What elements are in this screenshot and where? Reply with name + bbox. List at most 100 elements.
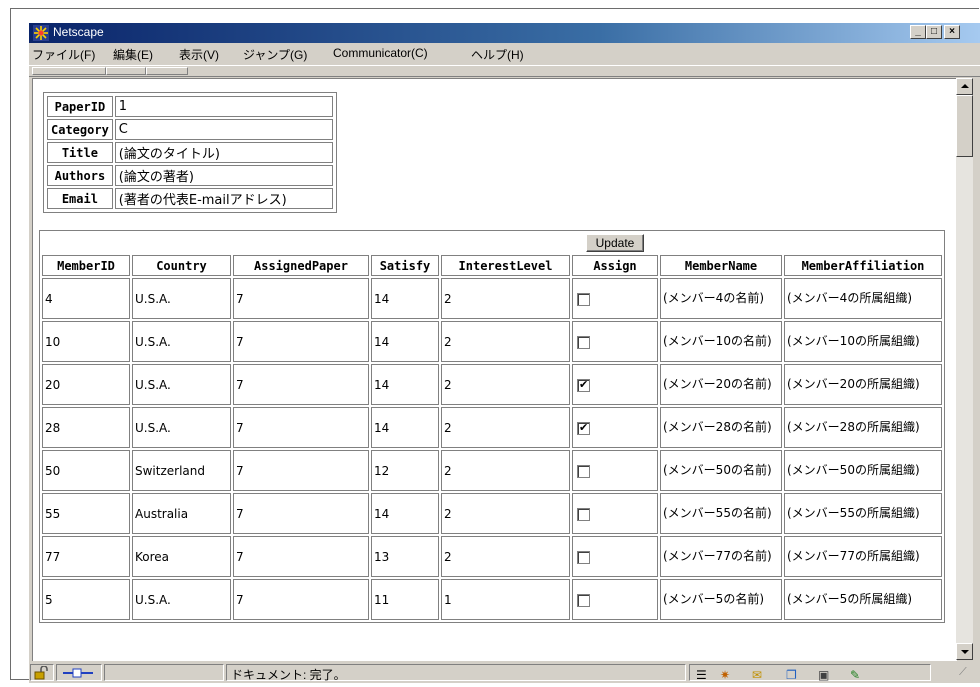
update-row: Update bbox=[42, 233, 942, 253]
menu-communicator[interactable]: Communicator(C) bbox=[333, 46, 428, 60]
col-membername: MemberName bbox=[660, 255, 782, 276]
window-title: Netscape bbox=[53, 25, 104, 39]
satisfy-cell: 14 bbox=[371, 407, 439, 448]
memberaffiliation-cell: (メンバー20の所属組織) bbox=[784, 364, 942, 405]
navigator-icon[interactable]: ✷ bbox=[720, 668, 730, 682]
assign-cell bbox=[572, 364, 658, 405]
browser-window: Netscape _ □ × ファイル(F) 編集(E) 表示(V) ジャンプ(… bbox=[29, 23, 980, 683]
country-cell: U.S.A. bbox=[132, 407, 231, 448]
scroll-thumb[interactable] bbox=[956, 95, 973, 157]
paperid-label: PaperID bbox=[47, 96, 113, 117]
membername-cell: (メンバー10の名前) bbox=[660, 321, 782, 362]
table-row: 10 U.S.A. 7 14 2 (メンバー10の名前) (メンバー10の所属組織) bbox=[42, 321, 942, 362]
close-button[interactable]: × bbox=[944, 25, 960, 39]
memberaffiliation-cell: (メンバー55の所属組織) bbox=[784, 493, 942, 534]
collapsed-toolbars bbox=[29, 65, 980, 77]
assign-cell bbox=[572, 450, 658, 491]
membername-cell: (メンバー28の名前) bbox=[660, 407, 782, 448]
table-row: 28U.S.A.7142 (メンバー28の名前)(メンバー28の所属組織) bbox=[42, 407, 942, 448]
assign-checkbox[interactable] bbox=[577, 464, 590, 478]
table-row: 20U.S.A.7142 (メンバー20の名前)(メンバー20の所属組織) bbox=[42, 364, 942, 405]
progress-panel bbox=[104, 664, 224, 681]
menu-help[interactable]: ヘルプ(H) bbox=[471, 46, 524, 63]
memberaffiliation-cell: (メンバー77の所属組織) bbox=[784, 536, 942, 577]
memberid-cell: 5 bbox=[42, 579, 130, 620]
menu-edit[interactable]: 編集(E) bbox=[113, 46, 153, 63]
assign-checkbox[interactable] bbox=[577, 593, 590, 607]
interestlevel-cell: 2 bbox=[441, 364, 570, 405]
satisfy-cell: 14 bbox=[371, 364, 439, 405]
resize-grip-icon[interactable]: ⟋ bbox=[959, 666, 967, 679]
list-icon[interactable]: ☰ bbox=[696, 668, 707, 682]
toolbar-tab-personal[interactable] bbox=[146, 67, 188, 75]
interestlevel-cell: 2 bbox=[441, 536, 570, 577]
col-assign: Assign bbox=[572, 255, 658, 276]
membername-cell: (メンバー50の名前) bbox=[660, 450, 782, 491]
assign-checkbox[interactable] bbox=[577, 421, 590, 435]
satisfy-cell: 12 bbox=[371, 450, 439, 491]
membername-cell: (メンバー5の名前) bbox=[660, 579, 782, 620]
interestlevel-cell: 2 bbox=[441, 321, 570, 362]
interestlevel-cell: 2 bbox=[441, 493, 570, 534]
title-bar[interactable]: Netscape _ □ × bbox=[29, 23, 980, 43]
vertical-scrollbar[interactable] bbox=[956, 78, 973, 660]
assign-cell bbox=[572, 493, 658, 534]
title-value: (論文のタイトル) bbox=[114, 142, 333, 163]
table-row: 50 Switzerland 7 12 2 (メンバー50の名前) (メンバー50の所属組織… bbox=[42, 450, 942, 491]
assign-checkbox[interactable] bbox=[577, 335, 590, 349]
interestlevel-cell: 2 bbox=[441, 278, 570, 319]
col-memberid: MemberID bbox=[42, 255, 130, 276]
memberid-cell: 20 bbox=[42, 364, 130, 405]
col-memberaffiliation: MemberAffiliation bbox=[784, 255, 942, 276]
assignedpaper-cell: 7 bbox=[233, 278, 369, 319]
down-arrow-icon bbox=[961, 650, 969, 654]
paper-info-table: PaperID 1 Category C Title (論文のタイトル) Author… bbox=[43, 92, 337, 213]
header-row: MemberID Country AssignedPaper Satisfy I… bbox=[42, 255, 942, 276]
security-panel[interactable] bbox=[30, 664, 54, 681]
paper-row: Title (論文のタイトル) bbox=[47, 142, 333, 163]
assign-cell bbox=[572, 278, 658, 319]
email-label: Email bbox=[47, 188, 113, 209]
menu-bar: ファイル(F) 編集(E) 表示(V) ジャンプ(G) Communicator… bbox=[29, 43, 980, 65]
assignedpaper-cell: 7 bbox=[233, 579, 369, 620]
scroll-up-button[interactable] bbox=[956, 78, 973, 95]
paper-row: Email (著者の代表E-mailアドレス) bbox=[47, 188, 333, 209]
menu-file[interactable]: ファイル(F) bbox=[32, 46, 95, 63]
paper-row: PaperID 1 bbox=[47, 96, 333, 117]
minimize-button[interactable]: _ bbox=[910, 25, 926, 39]
email-value: (著者の代表E-mailアドレス) bbox=[114, 188, 333, 209]
assign-checkbox[interactable] bbox=[577, 507, 590, 521]
col-satisfy: Satisfy bbox=[371, 255, 439, 276]
mail-icon[interactable]: ✉ bbox=[752, 668, 762, 682]
country-cell: U.S.A. bbox=[132, 278, 231, 319]
bookmarks-icon[interactable]: ✎ bbox=[850, 668, 860, 682]
update-button[interactable]: Update bbox=[585, 234, 645, 252]
composer-icon[interactable]: ▣ bbox=[818, 668, 829, 682]
memberaffiliation-cell: (メンバー5の所属組織) bbox=[784, 579, 942, 620]
component-bar: ☰ ✷ ✉ ❐ ▣ ✎ bbox=[689, 664, 931, 682]
status-bar: ドキュメント: 完了。 ☰ ✷ ✉ ❐ ▣ ✎ ⟋ bbox=[29, 663, 980, 683]
satisfy-cell: 14 bbox=[371, 321, 439, 362]
toolbar-tab-location[interactable] bbox=[106, 67, 146, 75]
assign-checkbox[interactable] bbox=[577, 292, 590, 306]
assign-checkbox[interactable] bbox=[577, 378, 590, 392]
interestlevel-cell: 2 bbox=[441, 407, 570, 448]
menu-jump[interactable]: ジャンプ(G) bbox=[243, 46, 307, 63]
scroll-down-button[interactable] bbox=[956, 643, 973, 660]
online-panel[interactable] bbox=[56, 664, 102, 681]
membername-cell: (メンバー55の名前) bbox=[660, 493, 782, 534]
country-cell: U.S.A. bbox=[132, 364, 231, 405]
assign-cell bbox=[572, 579, 658, 620]
discussions-icon[interactable]: ❐ bbox=[786, 668, 797, 682]
satisfy-cell: 11 bbox=[371, 579, 439, 620]
membername-cell: (メンバー77の名前) bbox=[660, 536, 782, 577]
memberid-cell: 77 bbox=[42, 536, 130, 577]
assign-checkbox[interactable] bbox=[577, 550, 590, 564]
maximize-button[interactable]: □ bbox=[926, 25, 942, 39]
menu-view[interactable]: 表示(V) bbox=[179, 46, 219, 63]
memberid-cell: 10 bbox=[42, 321, 130, 362]
unlocked-padlock-icon bbox=[34, 666, 48, 680]
assignedpaper-cell: 7 bbox=[233, 450, 369, 491]
assign-cell bbox=[572, 321, 658, 362]
toolbar-tab-navigation[interactable] bbox=[32, 67, 106, 75]
